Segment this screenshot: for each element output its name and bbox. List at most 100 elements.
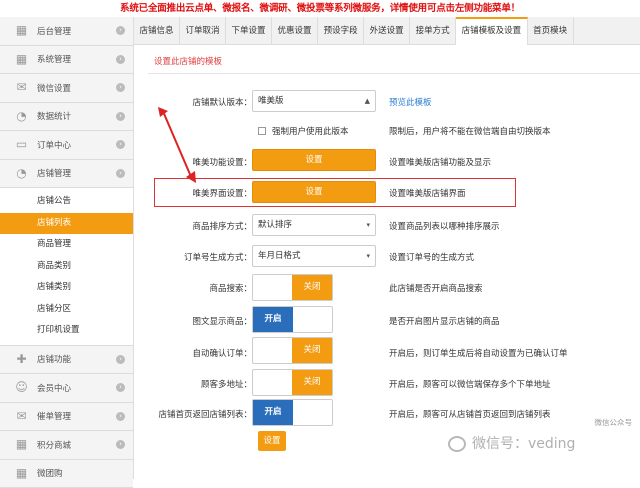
sidebar-item-label: 后台管理 [37, 25, 71, 37]
sidebar-item-label: 催单管理 [37, 410, 71, 422]
multi-address-toggle[interactable]: 关闭 [252, 369, 333, 396]
ui-settings-label: 唯美界面设置： [192, 187, 252, 199]
top-notice-banner: 系统已全面推出云点单、微报名、微调研、微投票等系列微服务，详情使用可点击左侧功能… [0, 0, 640, 17]
sub-item-store-categories[interactable]: 店铺类别 [0, 277, 133, 299]
back-to-list-desc: 开启后，顾客可从店铺首页返回到店铺列表 [389, 408, 551, 420]
tab-template-settings[interactable]: 店铺模板及设置 [456, 17, 528, 45]
tab-order-settings[interactable]: 下单设置 [226, 17, 272, 45]
sidebar-item-store-functions[interactable]: ✚ 店铺功能 › [0, 346, 133, 375]
sidebar-item-system[interactable]: ▦ 系统管理 › [0, 46, 133, 75]
chevron-icon: › [116, 26, 125, 35]
ui-settings-button[interactable]: 设置 [252, 181, 376, 203]
tab-accept-method[interactable]: 接单方式 [410, 17, 456, 45]
sidebar-item-backend[interactable]: ▦ 后台管理 › [0, 17, 133, 46]
tab-home-modules[interactable]: 首页模块 [528, 17, 574, 45]
section-title: 设置此店铺的模板 [154, 55, 222, 67]
auto-confirm-label: 自动确认订单： [192, 347, 252, 359]
sidebar-item-orders[interactable]: ▭ 订单中心 › [0, 131, 133, 160]
toggle-state: 关闭 [292, 370, 332, 395]
sidebar-item-label: 积分商城 [37, 439, 71, 451]
save-button[interactable]: 设置 [258, 431, 286, 451]
chevron-icon: › [116, 140, 125, 149]
chevron-icon: › [116, 440, 125, 449]
user-icon: ☺ [14, 380, 29, 395]
main-content: 设置此店铺的模板 店铺默认版本： 唯美版 ▲ 预览此模板 强制用户使用此版本 限… [134, 45, 640, 479]
product-search-label: 商品搜索： [209, 282, 252, 294]
sidebar-item-label: 微信设置 [37, 82, 71, 94]
select-value: 默认排序 [258, 220, 292, 230]
product-search-desc: 此店铺是否开启商品搜索 [389, 282, 483, 294]
order-number-select[interactable]: 年月日格式 ▾ [252, 245, 376, 267]
toggle-state: 关闭 [292, 275, 332, 300]
force-version-checkbox[interactable] [258, 127, 266, 135]
divider [148, 73, 640, 74]
red-arrow-annotation [158, 107, 198, 185]
sidebar-item-label: 数据统计 [37, 110, 71, 122]
wechat-icon [448, 436, 466, 452]
chevron-icon: › [116, 355, 125, 364]
sidebar-item-members[interactable]: ☺ 会员中心 › [0, 374, 133, 403]
default-version-select[interactable]: 唯美版 ▲ [252, 90, 376, 112]
store-submenu: 店铺公告 店铺列表 商品管理 商品类别 店铺类别 店铺分区 打印机设置 [0, 188, 133, 346]
sub-item-store-list[interactable]: 店铺列表 [0, 213, 133, 235]
order-number-label: 订单号生成方式： [184, 251, 252, 263]
caret-icon: ▾ [366, 246, 370, 266]
image-display-desc: 是否开启图片显示店铺的商品 [389, 315, 500, 327]
sidebar-item-label: 系统管理 [37, 53, 71, 65]
sub-item-printer[interactable]: 打印机设置 [0, 320, 133, 342]
sidebar-item-stats[interactable]: ◔ 数据统计 › [0, 103, 133, 132]
sort-desc: 设置商品列表以哪种排序展示 [389, 220, 500, 232]
product-search-toggle[interactable]: 关闭 [252, 274, 333, 301]
image-display-toggle[interactable]: 开启 [252, 306, 333, 333]
chevron-icon: › [116, 55, 125, 64]
grid-icon: ▦ [14, 437, 29, 452]
auto-confirm-desc: 开启后，则订单生成后将自动设置为已确认订单 [389, 347, 568, 359]
back-to-list-label: 店铺首页返回店铺列表： [158, 408, 252, 420]
sidebar-item-label: 会员中心 [37, 382, 71, 394]
plus-icon: ✚ [14, 352, 29, 367]
select-value: 年月日格式 [258, 251, 301, 261]
tab-delivery[interactable]: 外送设置 [364, 17, 410, 45]
feature-settings-label: 唯美功能设置： [192, 156, 252, 168]
chevron-icon: › [116, 83, 125, 92]
tab-discount[interactable]: 优惠设置 [272, 17, 318, 45]
auto-confirm-toggle[interactable]: 关闭 [252, 337, 333, 364]
force-version-label: 强制用户使用此版本 [272, 125, 349, 137]
sub-item-announcement[interactable]: 店铺公告 [0, 191, 133, 213]
sidebar-item-reminders[interactable]: ✉ 催单管理 › [0, 403, 133, 432]
tab-preset-fields[interactable]: 预设字段 [318, 17, 364, 45]
sub-item-products[interactable]: 商品管理 [0, 234, 133, 256]
force-version-desc: 限制后，用户将不能在微信端自由切换版本 [389, 125, 551, 137]
default-version-label: 店铺默认版本： [192, 96, 252, 108]
sidebar-item-label: 店铺管理 [37, 167, 71, 179]
sidebar-item-store[interactable]: ◔ 店铺管理 › [0, 160, 133, 189]
sidebar-item-points-mall[interactable]: ▦ 积分商城 › [0, 431, 133, 460]
feature-settings-button[interactable]: 设置 [252, 149, 376, 171]
caret-icon: ▾ [366, 215, 370, 235]
preview-template-link[interactable]: 预览此模板 [389, 96, 432, 108]
sidebar-item-label: 订单中心 [37, 139, 71, 151]
sidebar-item-group-buy[interactable]: ▦ 微团购 [0, 460, 133, 488]
tab-order-cancel[interactable]: 订单取消 [180, 17, 226, 45]
chevron-icon: › [116, 112, 125, 121]
pie-icon: ◔ [14, 166, 29, 181]
toggle-state: 关闭 [292, 338, 332, 363]
cart-icon: ▭ [14, 137, 29, 152]
order-number-desc: 设置订单号的生成方式 [389, 251, 474, 263]
select-value: 唯美版 [258, 96, 284, 106]
chevron-icon: › [116, 169, 125, 178]
watermark: 微信号：veding [448, 433, 575, 453]
sidebar-item-label: 微团购 [37, 467, 63, 479]
tab-store-info[interactable]: 店铺信息 [134, 17, 180, 45]
multi-address-label: 顾客多地址： [201, 378, 252, 390]
caret-icon: ▲ [365, 91, 370, 111]
sidebar-item-wechat[interactable]: ✉ 微信设置 › [0, 74, 133, 103]
chevron-icon: › [116, 383, 125, 392]
sub-item-store-zones[interactable]: 店铺分区 [0, 299, 133, 321]
sub-item-product-categories[interactable]: 商品类别 [0, 256, 133, 278]
tab-bar: 店铺信息 订单取消 下单设置 优惠设置 预设字段 外送设置 接单方式 店铺模板及… [134, 17, 640, 45]
sort-select[interactable]: 默认排序 ▾ [252, 214, 376, 236]
toggle-state: 开启 [253, 307, 293, 332]
back-to-list-toggle[interactable]: 开启 [252, 399, 333, 426]
chevron-icon: › [116, 412, 125, 421]
